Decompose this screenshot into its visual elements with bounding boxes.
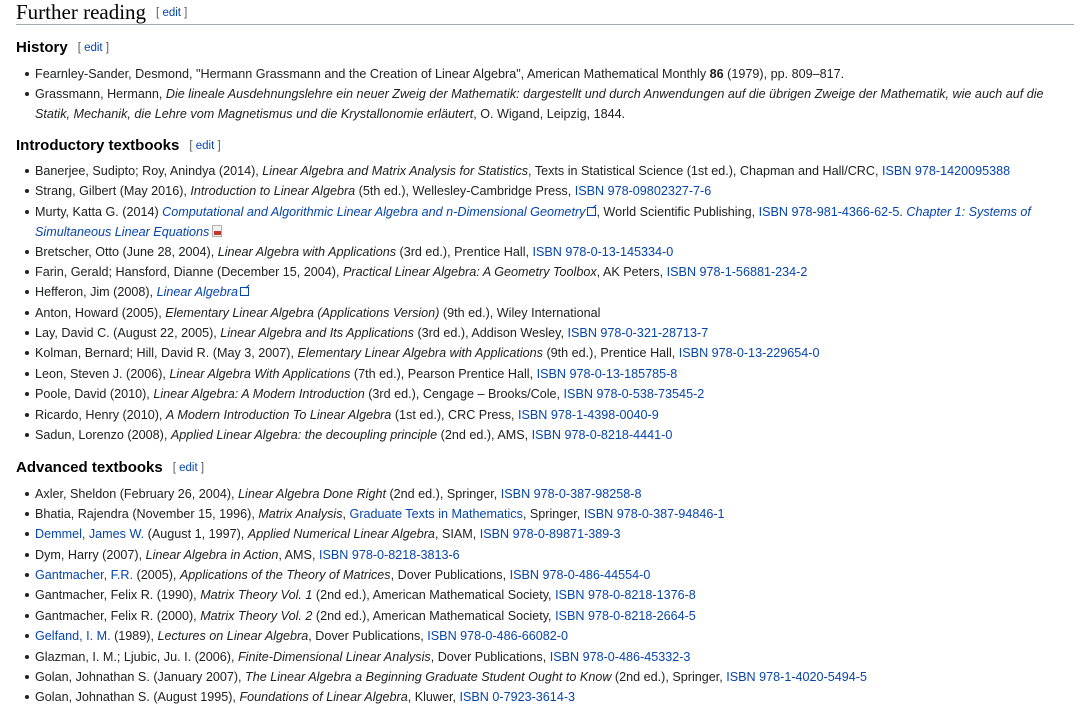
isbn-link[interactable]: ISBN 978-1-4020-5494-5 xyxy=(726,670,867,684)
subsection-heading-introductory: Introductory textbooks [ edit ] xyxy=(16,136,221,156)
isbn-link[interactable]: ISBN 978-1420095388 xyxy=(882,164,1010,178)
list-item: Axler, Sheldon (February 26, 2004), Line… xyxy=(25,484,1065,504)
edit-link-text[interactable]: edit xyxy=(162,7,181,19)
external-link-icon xyxy=(587,207,597,216)
list-item: Leon, Steven J. (2006), Linear Algebra W… xyxy=(25,364,1065,384)
isbn-link[interactable]: ISBN 978-0-387-98258-8 xyxy=(501,487,642,501)
list-item: Gelfand, I. M. (1989), Lectures on Linea… xyxy=(25,626,1065,646)
isbn-link[interactable]: ISBN 978-1-4398-0040-9 xyxy=(518,408,659,422)
list-item: Demmel, James W. (August 1, 1997), Appli… xyxy=(25,524,1065,544)
list-item: Glazman, I. M.; Ljubic, Ju. I. (2006), F… xyxy=(25,647,1065,667)
list-item: Ricardo, Henry (2010), A Modern Introduc… xyxy=(25,405,1065,425)
edit-link-introductory[interactable]: [ edit ] xyxy=(189,140,220,152)
series-link[interactable]: Graduate Texts in Mathematics xyxy=(350,507,523,521)
edit-link-history[interactable]: [ edit ] xyxy=(78,42,109,54)
list-item: Golan, Johnathan S. (January 2007), The … xyxy=(25,667,1065,687)
list-item: Sadun, Lorenzo (2008), Applied Linear Al… xyxy=(25,425,1065,445)
list-item: Poole, David (2010), Linear Algebra: A M… xyxy=(25,384,1065,404)
subsection-heading-advanced: Advanced textbooks [ edit ] xyxy=(16,458,204,478)
isbn-link[interactable]: ISBN 978-0-89871-389-3 xyxy=(480,527,621,541)
list-item: Gantmacher, Felix R. (1990), Matrix Theo… xyxy=(25,585,1065,605)
list-item: Gantmacher, F.R. (2005), Applications of… xyxy=(25,565,1065,585)
subsection-title: Introductory textbooks xyxy=(16,137,180,154)
external-link[interactable]: Linear Algebra xyxy=(157,285,238,299)
section-heading-further-reading: Further reading [ edit ] xyxy=(16,0,1074,25)
isbn-link[interactable]: ISBN 978-09802327-7-6 xyxy=(575,184,712,198)
page: Further reading[ edit ] History[ edit ] … xyxy=(0,0,1080,706)
pdf-icon xyxy=(212,225,223,237)
list-item: Golan, Johnathan S. (August 1995), Found… xyxy=(25,687,1065,707)
external-link[interactable]: Computational and Algorithmic Linear Alg… xyxy=(162,205,585,219)
edit-link-text[interactable]: edit xyxy=(196,140,215,152)
isbn-link[interactable]: ISBN 978-0-321-28713-7 xyxy=(568,326,709,340)
isbn-link[interactable]: ISBN 978-0-8218-4441-0 xyxy=(532,428,673,442)
isbn-link[interactable]: ISBN 978-0-8218-2664-5 xyxy=(555,609,696,623)
isbn-link[interactable]: ISBN 978-0-387-94846-1 xyxy=(584,507,725,521)
external-link-icon xyxy=(240,287,250,296)
subsection-title: History xyxy=(16,39,68,56)
isbn-link[interactable]: ISBN 978-0-13-145334-0 xyxy=(532,245,673,259)
list-item: Kolman, Bernard; Hill, David R. (May 3, … xyxy=(25,343,1065,363)
edit-link-text[interactable]: edit xyxy=(84,42,103,54)
isbn-link[interactable]: ISBN 978-981-4366-62-5 xyxy=(759,205,900,219)
isbn-link[interactable]: ISBN 978-0-8218-3813-6 xyxy=(319,548,460,562)
subsection-title: Advanced textbooks xyxy=(16,459,163,476)
list-item: Bretscher, Otto (June 28, 2004), Linear … xyxy=(25,242,1065,262)
list-item: Fearnley-Sander, Desmond, "Hermann Grass… xyxy=(25,64,1065,84)
isbn-link[interactable]: ISBN 978-0-486-44554-0 xyxy=(510,568,651,582)
author-link[interactable]: Demmel, James W. xyxy=(35,527,144,541)
edit-link-text[interactable]: edit xyxy=(179,462,198,474)
list-item: Gantmacher, Felix R. (2000), Matrix Theo… xyxy=(25,606,1065,626)
isbn-link[interactable]: ISBN 978-0-13-229654-0 xyxy=(679,346,820,360)
isbn-link[interactable]: ISBN 0-7923-3614-3 xyxy=(460,690,576,704)
section-title: Further reading xyxy=(16,0,147,24)
list-item: Grassmann, Hermann, Die lineale Ausdehnu… xyxy=(25,84,1060,124)
list-item: Murty, Katta G. (2014) Computational and… xyxy=(25,202,1060,242)
author-link[interactable]: Gelfand, I. M. xyxy=(35,629,111,643)
isbn-link[interactable]: ISBN 978-0-8218-1376-8 xyxy=(555,588,696,602)
isbn-link[interactable]: ISBN 978-0-486-45332-3 xyxy=(550,650,691,664)
list-item: Banerjee, Sudipto; Roy, Anindya (2014), … xyxy=(25,161,1065,181)
subsection-heading-history: History [ edit ] xyxy=(16,38,109,58)
isbn-link[interactable]: ISBN 978-0-538-73545-2 xyxy=(564,387,705,401)
list-item: Lay, David C. (August 22, 2005), Linear … xyxy=(25,323,1065,343)
list-item: Hefferon, Jim (2008), Linear Algebra xyxy=(25,282,1065,302)
list-item: Strang, Gilbert (May 2016), Introduction… xyxy=(25,181,1065,201)
list-item: Farin, Gerald; Hansford, Dianne (Decembe… xyxy=(25,262,1065,282)
list-item: Bhatia, Rajendra (November 15, 1996), Ma… xyxy=(25,504,1065,524)
author-link[interactable]: Gantmacher, F.R. xyxy=(35,568,133,582)
edit-link-advanced[interactable]: [ edit ] xyxy=(173,462,204,474)
isbn-link[interactable]: ISBN 978-0-13-185785-8 xyxy=(537,367,678,381)
list-item: Anton, Howard (2005), Elementary Linear … xyxy=(25,303,1065,323)
isbn-link[interactable]: ISBN 978-1-56881-234-2 xyxy=(667,265,808,279)
edit-link-further-reading[interactable]: [ edit ] xyxy=(156,7,187,19)
list-item: Dym, Harry (2007), Linear Algebra in Act… xyxy=(25,545,1065,565)
isbn-link[interactable]: ISBN 978-0-486-66082-0 xyxy=(427,629,568,643)
